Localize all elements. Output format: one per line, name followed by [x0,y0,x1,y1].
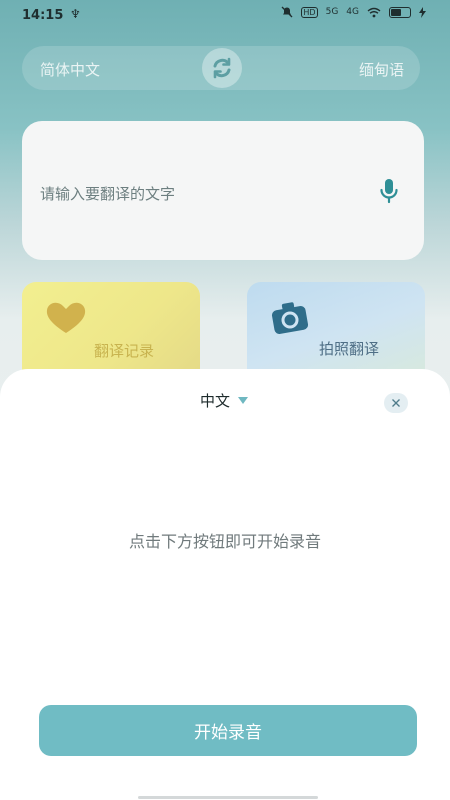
home-indicator[interactable] [138,796,318,799]
close-button[interactable] [384,393,408,413]
start-recording-button[interactable]: 开始录音 [39,705,417,756]
voice-record-sheet: 中文 点击下方按钮即可开始录音 开始录音 [0,369,450,800]
record-hint-text: 点击下方按钮即可开始录音 [128,532,321,551]
close-icon [392,399,400,407]
selected-language: 中文 [200,392,231,410]
dropdown-arrow-icon [238,397,249,404]
language-dropdown[interactable]: 中文 [200,390,249,411]
main-screen: 14:15 ♆ HD 5G 4G 简体中文 缅甸语 请输入要翻译的文字 翻译记录… [0,0,450,800]
